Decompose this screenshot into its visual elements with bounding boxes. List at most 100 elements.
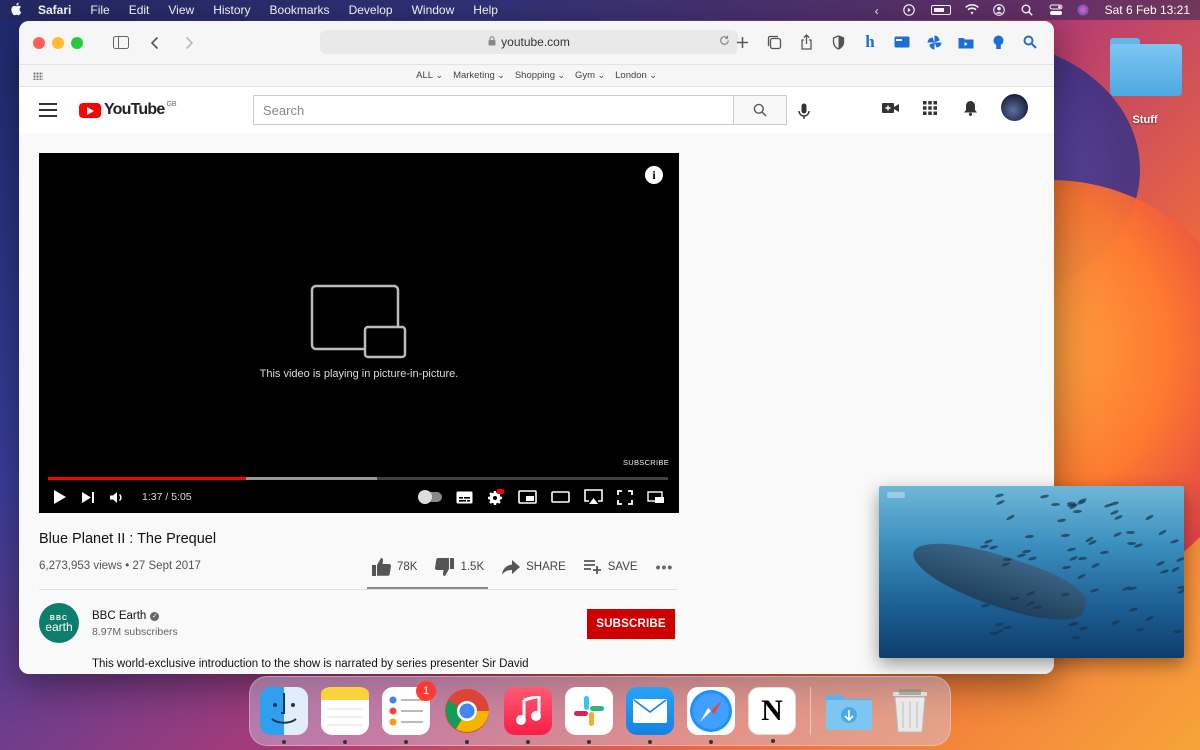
menu-develop[interactable]: Develop [349,3,393,17]
autoplay-toggle[interactable] [418,490,442,504]
favorite-folder-marketing[interactable]: Marketing [453,70,505,81]
new-tab-icon[interactable] [732,32,752,52]
favorites-grid-icon[interactable] [33,72,43,80]
sidebar-toggle-icon[interactable] [109,32,133,54]
extension-search-icon[interactable] [1020,32,1040,52]
search-input[interactable] [253,95,733,125]
favorite-folder-gym[interactable]: Gym [575,70,605,81]
subtitles-icon[interactable] [456,491,473,504]
extension-icon[interactable]: h [860,32,880,52]
menu-file[interactable]: File [90,3,109,17]
progress-bar[interactable] [48,477,668,480]
dock-reminders[interactable]: 1 [382,681,436,744]
dock-mail[interactable] [626,687,674,744]
tab-overview-icon[interactable] [764,32,784,52]
dislike-button[interactable]: 1.5K [435,558,484,576]
fish-shape [1158,528,1168,536]
menu-app-safari[interactable]: Safari [38,3,71,17]
player-controls-right [418,488,665,506]
video-player[interactable]: i This video is playing in picture-in-pi… [39,153,679,513]
miniplayer-icon[interactable] [518,490,537,504]
fish-shape [1159,568,1170,575]
dock-notes[interactable] [321,687,369,744]
dock-downloads[interactable] [825,687,873,735]
favorite-folder-all[interactable]: ALL [416,70,443,81]
time-display: 1:37 / 5:05 [142,491,192,503]
back-icon[interactable] [143,32,167,54]
more-actions-icon[interactable]: ••• [656,559,674,575]
favorite-folder-london[interactable]: London [615,70,657,81]
fish-shape [1089,587,1100,594]
next-video-button[interactable] [81,491,95,504]
zoom-window-button[interactable] [71,36,83,49]
address-bar[interactable]: youtube.com [320,30,738,54]
fullscreen-icon[interactable] [617,489,633,505]
dock-notion[interactable]: N [748,687,796,743]
menu-icon[interactable] [39,103,57,117]
user-icon[interactable] [992,4,1007,16]
save-button[interactable]: SAVE [583,560,638,574]
avatar[interactable] [1001,94,1028,121]
pip-video-window[interactable] [879,486,1184,658]
volume-icon[interactable] [109,491,124,504]
favorite-folder-shopping[interactable]: Shopping [515,70,565,81]
youtube-header-actions [881,94,1028,121]
apps-grid-icon[interactable] [921,99,939,117]
create-video-icon[interactable] [881,99,899,117]
minimize-window-button[interactable] [52,36,64,49]
notifications-bell-icon[interactable] [961,99,979,117]
dock-music[interactable] [504,687,552,744]
search-button[interactable] [733,95,787,125]
dock-safari[interactable] [687,687,735,744]
share-icon[interactable] [796,32,816,52]
like-button[interactable]: 78K [372,558,417,576]
menu-view[interactable]: View [168,3,194,17]
menubar-clock[interactable]: Sat 6 Feb 13:21 [1105,3,1190,17]
fish-shape [1070,635,1080,640]
airplay-icon[interactable] [584,489,603,505]
play-button[interactable] [53,489,67,505]
dock-chrome[interactable] [443,687,491,744]
fish-shape [1076,573,1087,580]
share-button[interactable]: SHARE [502,559,566,575]
pip-toggle-icon[interactable] [647,490,665,504]
apple-menu-icon[interactable] [10,2,24,19]
dock-slack[interactable] [565,687,613,744]
info-icon[interactable]: i [645,166,663,184]
extension-folder-icon[interactable] [956,32,976,52]
extension-card-icon[interactable] [892,32,912,52]
wifi-icon[interactable] [964,4,979,16]
channel-name-row[interactable]: BBC Earth ✓ [92,610,160,622]
menu-edit[interactable]: Edit [129,3,150,17]
close-window-button[interactable] [33,36,45,49]
channel-avatar[interactable]: BBC earth [39,603,79,643]
channel-name[interactable]: BBC Earth [92,610,146,622]
control-center-icon[interactable] [1049,4,1063,16]
chevron-left-icon[interactable]: ‹ [875,4,889,18]
extension-pinwheel-icon[interactable] [924,32,944,52]
forward-icon[interactable] [177,32,201,54]
favorites-bar: ALL Marketing Shopping Gym London [19,64,1054,87]
battery-icon[interactable] [930,5,951,15]
spotlight-search-icon[interactable] [1021,4,1035,16]
desktop-folder-stuff[interactable]: Stuff [1106,38,1184,126]
microphone-icon[interactable] [798,103,810,125]
play-circle-icon[interactable] [902,4,917,16]
menu-history[interactable]: History [213,3,250,17]
youtube-logo[interactable]: YouTube GB [79,101,177,119]
menu-bookmarks[interactable]: Bookmarks [270,3,330,17]
subscribe-button[interactable]: SUBSCRIBE [587,609,675,639]
fish-shape [1061,564,1072,570]
subscribe-watermark[interactable]: SUBSCRIBE [623,458,669,467]
dock-finder[interactable] [260,687,308,744]
menu-window[interactable]: Window [412,3,455,17]
settings-gear-icon[interactable] [487,488,504,506]
reload-icon[interactable] [719,35,730,49]
siri-icon[interactable] [1077,4,1091,16]
shield-icon[interactable] [828,32,848,52]
dock-trash[interactable] [886,687,934,735]
pip-controls[interactable] [887,492,905,498]
theater-mode-icon[interactable] [551,491,570,503]
menu-help[interactable]: Help [473,3,498,17]
extension-lightbulb-icon[interactable] [988,32,1008,52]
